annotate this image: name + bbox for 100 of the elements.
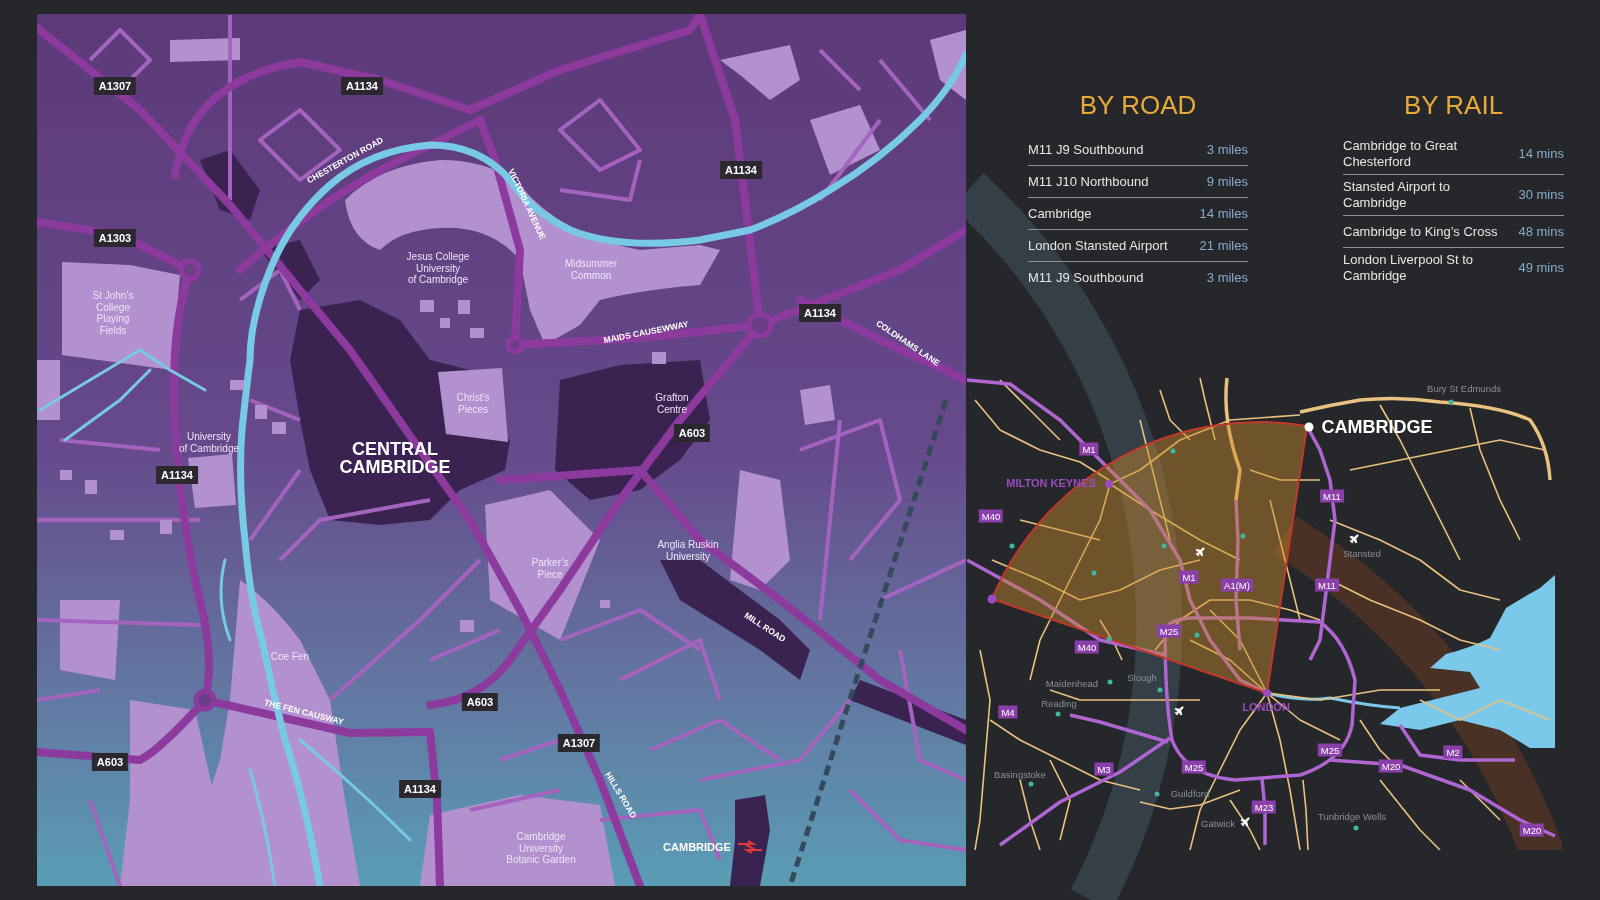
distance-value: 21 miles	[1199, 237, 1248, 254]
motorway-number: M25	[1181, 760, 1207, 774]
rail-route: Cambridge to King’s Cross	[1343, 223, 1498, 240]
road-number: A1307	[557, 734, 601, 752]
town-dot-icon	[1157, 687, 1163, 693]
city-dot-icon	[1263, 689, 1271, 697]
airplane-icon	[1348, 533, 1360, 545]
road-number: A1303	[93, 229, 137, 247]
town-name: Tunbridge Wells	[1317, 810, 1387, 822]
building-block	[600, 600, 610, 608]
place-name: Grafton Centre	[655, 391, 689, 415]
building-block	[85, 480, 97, 494]
road-number: A1134	[720, 161, 762, 179]
place-name: Parker’s Piece	[531, 556, 569, 580]
road-number: A603	[673, 424, 711, 442]
journey-time: 30 mins	[1518, 187, 1564, 203]
building-block	[272, 422, 286, 434]
motorway-number: M40	[978, 509, 1004, 523]
journey-time: 14 mins	[1518, 146, 1564, 162]
motorway-number: M3	[1094, 762, 1114, 776]
building-block	[458, 300, 470, 314]
town-name: Reading	[1041, 697, 1077, 709]
journey-time: 49 mins	[1518, 260, 1564, 276]
building-block	[60, 470, 72, 480]
park-area	[37, 360, 60, 420]
destination-name: Cambridge	[1028, 205, 1092, 222]
section-heading: BY RAIL	[1402, 89, 1505, 121]
city-dot-icon	[1105, 480, 1113, 488]
town-dot-icon	[1194, 632, 1200, 638]
road-number: A1134	[156, 466, 198, 484]
station-name: CAMBRIDGE	[663, 840, 731, 854]
road-number: A1134	[399, 780, 441, 798]
town-dot-icon	[1107, 679, 1113, 685]
destination-name: London Stansted Airport	[1028, 237, 1168, 254]
town-dot-icon	[1106, 636, 1112, 642]
town-name: Slough	[1127, 671, 1157, 683]
destination-name: M11 J9 Southbound	[1028, 270, 1144, 286]
building-block	[160, 520, 172, 534]
road-number: A603	[461, 693, 499, 711]
place-name: Coe Fen	[270, 651, 310, 663]
motorway-number: M20	[1378, 759, 1404, 773]
town-dot-icon	[1170, 448, 1176, 454]
town-dot-icon	[1009, 543, 1015, 549]
roundabout	[193, 688, 217, 712]
distance-value: 3 miles	[1206, 270, 1248, 286]
motorway-number: M4	[998, 705, 1018, 719]
airplane-icon	[1194, 546, 1206, 558]
town-dot-icon	[1353, 825, 1359, 831]
town-dot-icon	[1240, 533, 1246, 539]
rail-route: Stansted Airport to Cambridge	[1343, 179, 1450, 211]
roundabout	[746, 311, 774, 339]
building-block	[652, 352, 666, 364]
building-block	[110, 530, 124, 540]
district-name: CENTRAL CAMBRIDGE	[339, 440, 451, 476]
town-dot-icon	[1055, 711, 1061, 717]
city-dot-icon	[1304, 422, 1314, 432]
building-block	[230, 380, 244, 390]
location-dot-icon	[987, 594, 997, 604]
roundabout	[505, 335, 525, 355]
town-dot-icon	[1448, 399, 1454, 405]
town-name: Gatwick	[1201, 817, 1235, 829]
building-block	[460, 620, 474, 632]
journey-time: 48 mins	[1518, 223, 1564, 240]
motorway-number: A1(M)	[1221, 578, 1253, 592]
building-block	[420, 300, 434, 312]
road-number: A1134	[341, 77, 383, 95]
motorway-number: M23	[1251, 800, 1277, 814]
town-dot-icon	[1161, 543, 1167, 549]
distance-value: 3 miles	[1206, 141, 1248, 158]
road-number: A603	[91, 753, 129, 771]
place-name: St John’s College Playing Fields	[92, 290, 134, 336]
place-name: Jesus College University of Cambridge	[406, 250, 470, 286]
town-name: Maidenhead	[1045, 677, 1099, 689]
rail-route: Cambridge to Great Chesterford	[1343, 138, 1458, 170]
place-name: Midsummer Common	[564, 257, 618, 281]
motorway-number: M1	[1179, 570, 1199, 584]
road-number: A1134	[799, 304, 841, 322]
rail-route: London Liverpool St to Cambridge	[1343, 252, 1474, 284]
motorway-number: M11	[1320, 489, 1344, 503]
airplane-icon	[1239, 816, 1251, 828]
park-area	[930, 30, 966, 100]
roundabout	[178, 258, 202, 282]
park-area	[810, 105, 880, 175]
building-block	[470, 328, 484, 338]
motorway-number: M1	[1079, 442, 1099, 456]
distance-value: 9 miles	[1206, 173, 1248, 190]
park-area	[800, 385, 835, 425]
destination-name: M11 J9 Southbound	[1028, 141, 1144, 158]
road-number: A1307	[93, 77, 137, 95]
building-block	[255, 405, 267, 419]
motorway-number: M25	[1317, 743, 1343, 757]
rail-logo-icon	[738, 840, 762, 854]
town-name: Basingstoke	[994, 768, 1046, 780]
town-dot-icon	[1154, 791, 1160, 797]
motorway-number: M20	[1519, 823, 1545, 837]
building-block	[440, 318, 450, 328]
place-name: Cambridge University Botanic Garden	[506, 830, 576, 866]
town-dot-icon	[1028, 781, 1034, 787]
distance-value: 14 miles	[1199, 205, 1248, 222]
town-dot-icon	[1091, 570, 1097, 576]
